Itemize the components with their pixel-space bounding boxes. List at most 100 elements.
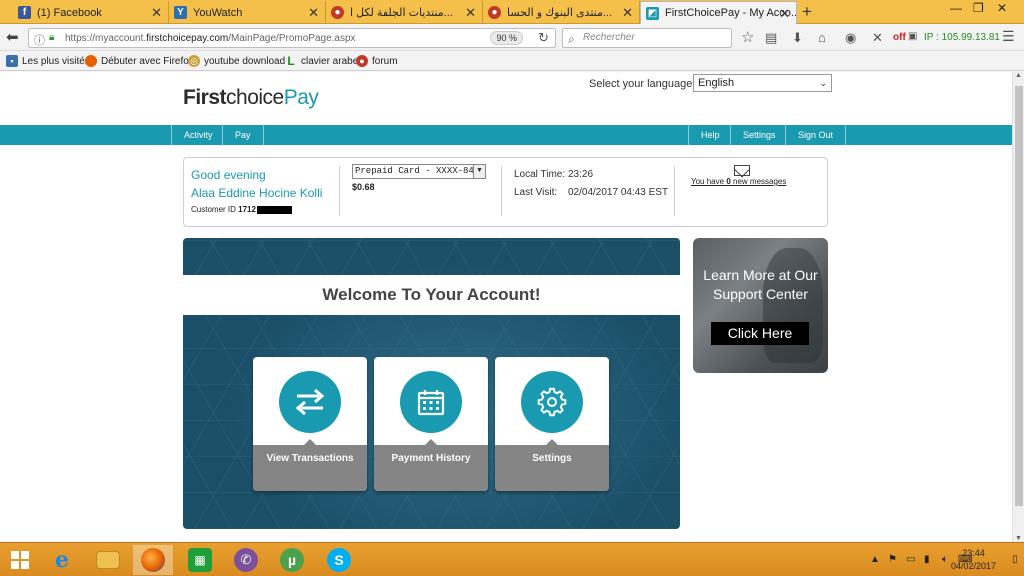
action-center-icon[interactable]: ⚑ <box>888 554 897 565</box>
zoom-level[interactable]: 90 % <box>490 31 523 45</box>
reload-icon[interactable]: ↻ <box>538 30 549 46</box>
menu-help[interactable]: Help <box>688 125 732 145</box>
pocket-icon[interactable]: ◉ <box>845 30 856 46</box>
taskbar-file-explorer[interactable] <box>88 545 128 575</box>
language-select[interactable]: English ⌄ <box>693 74 832 92</box>
scroll-down-icon[interactable]: ▼ <box>1015 535 1022 542</box>
account-summary: Good evening Alaa Eddine Hocine Kolli Cu… <box>183 157 828 227</box>
clipboard-icon[interactable]: ▤ <box>765 30 777 46</box>
firefox-icon <box>141 548 165 572</box>
home-icon[interactable]: ⌂ <box>818 30 826 45</box>
main-menu: Activity Pay Help Settings Sign Out <box>0 125 1012 145</box>
window-close-icon[interactable]: ✕ <box>997 1 1007 15</box>
info-icon[interactable]: ⓘ <box>34 32 45 48</box>
bookmark-most-visited[interactable]: ▪ Les plus visités <box>6 55 90 67</box>
bookmark-firefox-start[interactable]: Débuter avec Firefox <box>85 55 194 67</box>
bookmark-youtube-download[interactable]: ◎ youtube download <box>188 55 285 67</box>
hamburger-menu-icon[interactable]: ☰ <box>1002 28 1015 45</box>
tab-firstchoicepay[interactable]: ◩ FirstChoicePay - My Acco... ✕ <box>640 1 797 24</box>
internet-explorer-icon: e <box>55 547 69 573</box>
close-icon[interactable]: ✕ <box>622 5 633 21</box>
tab-youwatch[interactable]: Y YouWatch ✕ <box>169 1 326 24</box>
new-tab-plus-icon[interactable]: + <box>802 2 812 22</box>
gear-icon <box>521 371 583 433</box>
card-select[interactable]: Prepaid Card - XXXX-8431 ▼ <box>352 164 486 179</box>
greeting: Good evening <box>191 168 266 182</box>
url-prefix: https://myaccount. <box>65 32 147 44</box>
view-transactions-button[interactable]: View Transactions <box>253 357 367 491</box>
forum-icon: ● <box>488 6 501 19</box>
payment-history-button[interactable]: Payment History <box>374 357 488 491</box>
tab-forum-banks[interactable]: ● منتدى البنوك و الحسا... ✕ <box>483 1 640 24</box>
volume-icon[interactable]: 🔈︎ <box>942 554 948 565</box>
customer-id-label: Customer ID <box>191 205 236 214</box>
bookmark-star-icon[interactable]: ☆ <box>741 28 754 46</box>
firstchoicepay-logo[interactable]: FirstchoicePay <box>183 86 319 110</box>
bookmark-forum[interactable]: ● forum <box>356 55 398 67</box>
settings-button[interactable]: Settings <box>495 357 609 491</box>
tab-facebook[interactable]: f (1) Facebook ✕ <box>13 1 169 24</box>
bookmark-clavier-arabe[interactable]: L clavier arabe <box>285 55 358 67</box>
bookmark-label: youtube download <box>204 55 286 67</box>
close-icon[interactable]: ✕ <box>779 6 790 22</box>
taskbar-skype[interactable]: S <box>319 545 359 575</box>
scrollbar-thumb[interactable] <box>1015 86 1023 506</box>
search-placeholder: Rechercher <box>583 32 635 43</box>
taskbar-clock[interactable]: 23:44 04/02/2017 <box>951 547 996 573</box>
taskbar-firefox[interactable] <box>133 545 173 575</box>
customer-id: Customer ID 1712 <box>191 205 292 214</box>
network-signal-icon[interactable]: ▮ <box>924 554 930 565</box>
download-arrow-icon[interactable]: ⬇ <box>792 30 803 46</box>
scroll-up-icon[interactable]: ▲ <box>1015 72 1022 79</box>
card-select-value: Prepaid Card - XXXX-8431 <box>355 166 485 176</box>
support-center-promo[interactable]: Learn More at Our Support Center Click H… <box>693 238 828 373</box>
address-bar[interactable]: ⓘ 🔒︎ https://myaccount. firstchoicepay.co… <box>28 28 556 48</box>
local-time-label: Local Time: <box>514 169 566 180</box>
tile-label: View Transactions <box>266 453 354 464</box>
taskbar-utorrent[interactable]: µ <box>272 545 312 575</box>
messages-link[interactable]: You have 0 new messages <box>691 177 786 186</box>
menu-activity[interactable]: Activity <box>171 125 225 145</box>
click-here-button[interactable]: Click Here <box>711 322 809 345</box>
promo-line-1: Learn More at Our <box>703 267 818 283</box>
menu-settings[interactable]: Settings <box>730 125 788 145</box>
file-explorer-icon <box>96 551 120 569</box>
search-input[interactable]: ⌕ Rechercher <box>562 28 732 48</box>
proxy-status[interactable]: off <box>893 32 906 43</box>
bookmark-label: Les plus visités <box>22 55 90 67</box>
windows-start-button[interactable] <box>0 545 40 575</box>
main-content: Good evening Alaa Eddine Hocine Kolli Cu… <box>0 145 1012 542</box>
welcome-panel: Welcome To Your Account! View Transactio… <box>183 238 680 529</box>
keyboard-icon: L <box>287 54 295 68</box>
facebook-icon: f <box>18 6 31 19</box>
tile-footer <box>495 445 609 491</box>
proxy-icon[interactable]: ▣ <box>908 31 917 42</box>
menu-sign-out[interactable]: Sign Out <box>785 125 847 145</box>
back-arrow-icon[interactable]: ⬅ <box>6 28 19 46</box>
close-icon[interactable]: ✕ <box>465 5 476 21</box>
tab-label: YouWatch <box>193 6 243 19</box>
bookmarks-toolbar: ▪ Les plus visités Débuter avec Firefox … <box>0 52 1024 71</box>
page-scrollbar[interactable]: ▲ ▼ <box>1012 72 1024 542</box>
divider <box>501 166 502 216</box>
restore-icon[interactable]: ❐ <box>973 1 984 15</box>
viber-icon: ✆ <box>234 548 258 572</box>
battery-icon[interactable]: ▭ <box>906 554 915 565</box>
close-icon[interactable]: ✕ <box>308 5 319 21</box>
firstchoicepay-icon: ◩ <box>646 7 659 20</box>
messages-suffix: new messages <box>733 177 787 186</box>
tile-label: Settings <box>532 453 572 464</box>
tab-forum-djelfa[interactable]: ● منتديات الجلفة لكل ا... ✕ <box>326 1 483 24</box>
chevron-down-icon: ⌄ <box>819 78 827 88</box>
show-hidden-icons-icon[interactable]: ▲ <box>870 554 880 565</box>
minimize-icon[interactable]: — <box>950 1 962 15</box>
notifications-icon[interactable]: ▯ <box>1012 554 1018 565</box>
taskbar-viber[interactable]: ✆ <box>226 545 266 575</box>
clock-time: 23:44 <box>962 548 985 558</box>
menu-pay[interactable]: Pay <box>222 125 264 145</box>
extension-x-icon[interactable]: ✕ <box>872 30 883 46</box>
taskbar-internet-explorer[interactable]: e <box>42 545 82 575</box>
taskbar-store[interactable]: ▦ <box>180 545 220 575</box>
close-icon[interactable]: ✕ <box>151 5 162 21</box>
envelope-icon[interactable] <box>734 165 750 176</box>
